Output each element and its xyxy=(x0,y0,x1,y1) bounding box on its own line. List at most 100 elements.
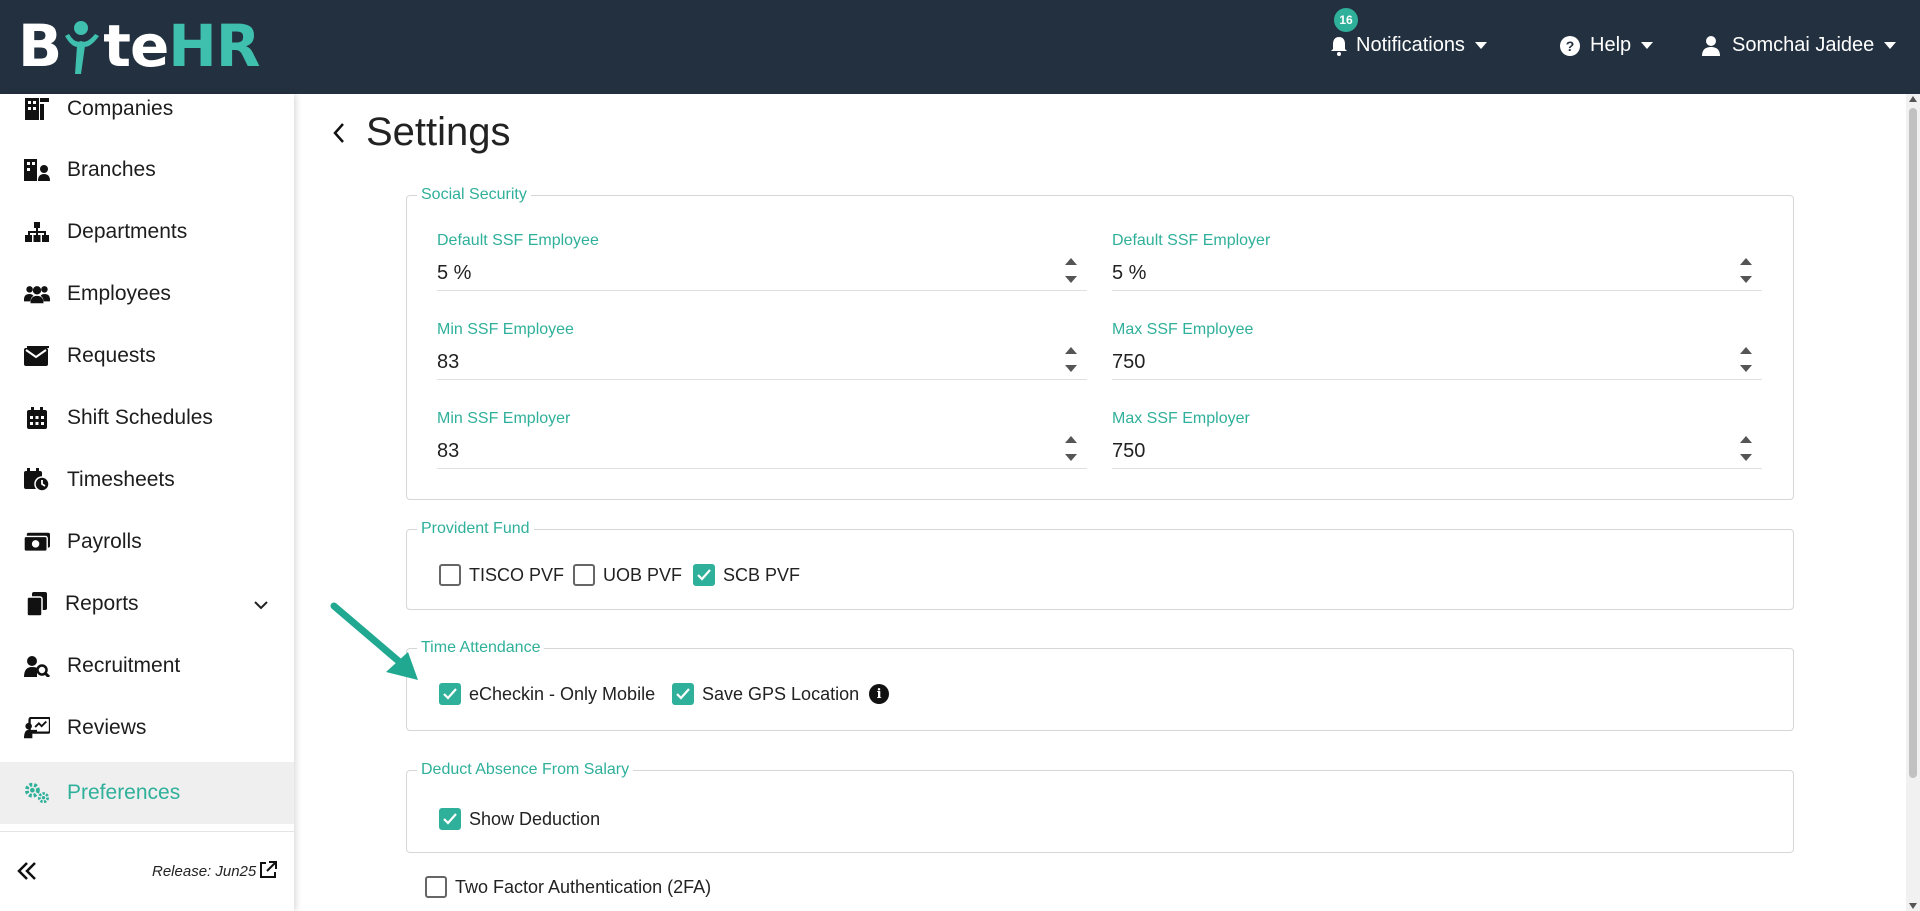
sidebar-item-employees[interactable]: Employees xyxy=(0,263,294,325)
branches-icon xyxy=(24,157,50,183)
svg-text:?: ? xyxy=(1566,38,1575,54)
user-icon xyxy=(1702,35,1720,56)
spin-down-icon[interactable] xyxy=(1740,276,1752,283)
spin-up-icon[interactable] xyxy=(1065,347,1077,354)
sidebar-footer: Release: Jun25 xyxy=(0,831,294,911)
external-link-icon[interactable] xyxy=(258,860,278,885)
scroll-up-icon[interactable] xyxy=(1909,96,1917,102)
main-scrollbar[interactable] xyxy=(1906,94,1920,911)
field-underline xyxy=(437,290,1087,291)
echeckin-only-mobile-checkbox[interactable]: eCheckin - Only Mobile xyxy=(439,683,655,705)
default-ssf-employee-input[interactable] xyxy=(437,258,1057,288)
sidebar-item-label: Reviews xyxy=(67,716,147,739)
checkbox-label: Two Factor Authentication (2FA) xyxy=(455,876,712,897)
field-label: Default SSF Employee xyxy=(437,232,599,249)
logo-figure-icon xyxy=(61,16,103,76)
number-spinner[interactable] xyxy=(1065,343,1079,377)
field-underline xyxy=(1112,379,1762,380)
max-ssf-employer-input[interactable] xyxy=(1112,436,1732,466)
field-underline xyxy=(1112,468,1762,469)
min-ssf-employer-input[interactable] xyxy=(437,436,1057,466)
sidebar-item-reports[interactable]: Reports xyxy=(0,573,294,635)
field-label: Default SSF Employer xyxy=(1112,232,1271,249)
default-ssf-employee-field[interactable]: Default SSF Employee xyxy=(437,232,1087,302)
field-underline xyxy=(437,468,1087,469)
checkbox-checked-icon[interactable] xyxy=(693,564,715,586)
spin-up-icon[interactable] xyxy=(1740,436,1752,443)
bytehr-logo[interactable]: B te HR xyxy=(18,12,260,80)
spin-up-icon[interactable] xyxy=(1740,258,1752,265)
envelope-icon xyxy=(24,343,50,369)
user-menu[interactable]: Somchai Jaidee xyxy=(1702,34,1897,57)
chevron-down-icon xyxy=(1884,42,1897,49)
max-ssf-employee-field[interactable]: Max SSF Employee xyxy=(1112,321,1762,391)
spin-down-icon[interactable] xyxy=(1065,454,1077,461)
checkbox-checked-icon[interactable] xyxy=(439,808,461,830)
min-ssf-employer-field[interactable]: Min SSF Employer xyxy=(437,410,1087,480)
sidebar-item-recruitment[interactable]: Recruitment xyxy=(0,635,294,697)
max-ssf-employee-input[interactable] xyxy=(1112,347,1732,377)
sidebar-item-payrolls[interactable]: Payrolls xyxy=(0,511,294,573)
back-arrow-icon[interactable] xyxy=(324,113,354,153)
sidebar-item-requests[interactable]: Requests xyxy=(0,325,294,387)
scb-pvf-checkbox[interactable]: SCB PVF xyxy=(693,564,800,586)
spin-down-icon[interactable] xyxy=(1740,365,1752,372)
bell-icon: 16 xyxy=(1330,7,1358,56)
user-name: Somchai Jaidee xyxy=(1732,34,1875,56)
number-spinner[interactable] xyxy=(1740,254,1754,288)
sidebar-item-label: Recruitment xyxy=(67,654,181,677)
tisco-pvf-checkbox[interactable]: TISCO PVF xyxy=(439,564,564,586)
show-deduction-checkbox[interactable]: Show Deduction xyxy=(439,808,600,830)
uob-pvf-checkbox[interactable]: UOB PVF xyxy=(573,564,682,586)
spin-down-icon[interactable] xyxy=(1065,365,1077,372)
scrollbar-thumb[interactable] xyxy=(1909,108,1917,778)
checkbox-unchecked-icon[interactable] xyxy=(425,876,447,898)
notifications-label: Notifications xyxy=(1356,34,1465,56)
checkbox-label: Show Deduction xyxy=(469,808,601,829)
spin-up-icon[interactable] xyxy=(1065,258,1077,265)
field-underline xyxy=(437,379,1087,380)
checkbox-unchecked-icon[interactable] xyxy=(573,564,595,586)
info-icon[interactable]: i xyxy=(869,684,890,704)
save-gps-location-checkbox[interactable]: Save GPS Location i xyxy=(672,683,890,705)
number-spinner[interactable] xyxy=(1740,432,1754,466)
spin-down-icon[interactable] xyxy=(1740,454,1752,461)
sidebar-item-reviews[interactable]: Reviews xyxy=(0,697,294,759)
number-spinner[interactable] xyxy=(1065,432,1079,466)
notifications-menu[interactable]: 16 Notifications xyxy=(1330,7,1487,57)
sitemap-icon xyxy=(24,219,50,245)
sidebar-item-timesheets[interactable]: Timesheets xyxy=(0,449,294,511)
number-spinner[interactable] xyxy=(1740,343,1754,377)
checkbox-checked-icon[interactable] xyxy=(439,683,461,705)
collapse-sidebar-icon[interactable] xyxy=(16,860,38,887)
sidebar-item-shift-schedules[interactable]: Shift Schedules xyxy=(0,387,294,449)
number-spinner[interactable] xyxy=(1065,254,1079,288)
default-ssf-employer-input[interactable] xyxy=(1112,258,1732,288)
sidebar-item-label: Timesheets xyxy=(67,468,175,491)
notification-count-badge: 16 xyxy=(1334,7,1358,32)
help-label: Help xyxy=(1590,34,1632,56)
two-factor-auth-checkbox[interactable]: Two Factor Authentication (2FA) xyxy=(425,876,711,898)
time-attendance-legend: Time Attendance xyxy=(421,639,541,656)
max-ssf-employer-field[interactable]: Max SSF Employer xyxy=(1112,410,1762,480)
money-icon xyxy=(24,529,50,555)
sidebar-item-label: Preferences xyxy=(67,781,181,804)
spin-up-icon[interactable] xyxy=(1065,436,1077,443)
checkbox-unchecked-icon[interactable] xyxy=(439,564,461,586)
deduct-absence-group: Deduct Absence From Salary xyxy=(406,761,1794,853)
field-label: Max SSF Employee xyxy=(1112,321,1254,338)
sidebar-item-preferences[interactable]: Preferences xyxy=(0,762,294,824)
default-ssf-employer-field[interactable]: Default SSF Employer xyxy=(1112,232,1762,302)
scroll-down-icon[interactable] xyxy=(1909,903,1917,909)
min-ssf-employee-input[interactable] xyxy=(437,347,1057,377)
min-ssf-employee-field[interactable]: Min SSF Employee xyxy=(437,321,1087,391)
sidebar-item-departments[interactable]: Departments xyxy=(0,201,294,263)
help-menu[interactable]: ? Help xyxy=(1560,34,1654,57)
logo-letters-hr: HR xyxy=(168,12,260,80)
spin-down-icon[interactable] xyxy=(1065,276,1077,283)
sidebar-item-companies[interactable]: Companies xyxy=(0,78,294,140)
checkbox-checked-icon[interactable] xyxy=(672,683,694,705)
sidebar-item-branches[interactable]: Branches xyxy=(0,139,294,201)
spin-up-icon[interactable] xyxy=(1740,347,1752,354)
building-icon xyxy=(24,96,50,122)
